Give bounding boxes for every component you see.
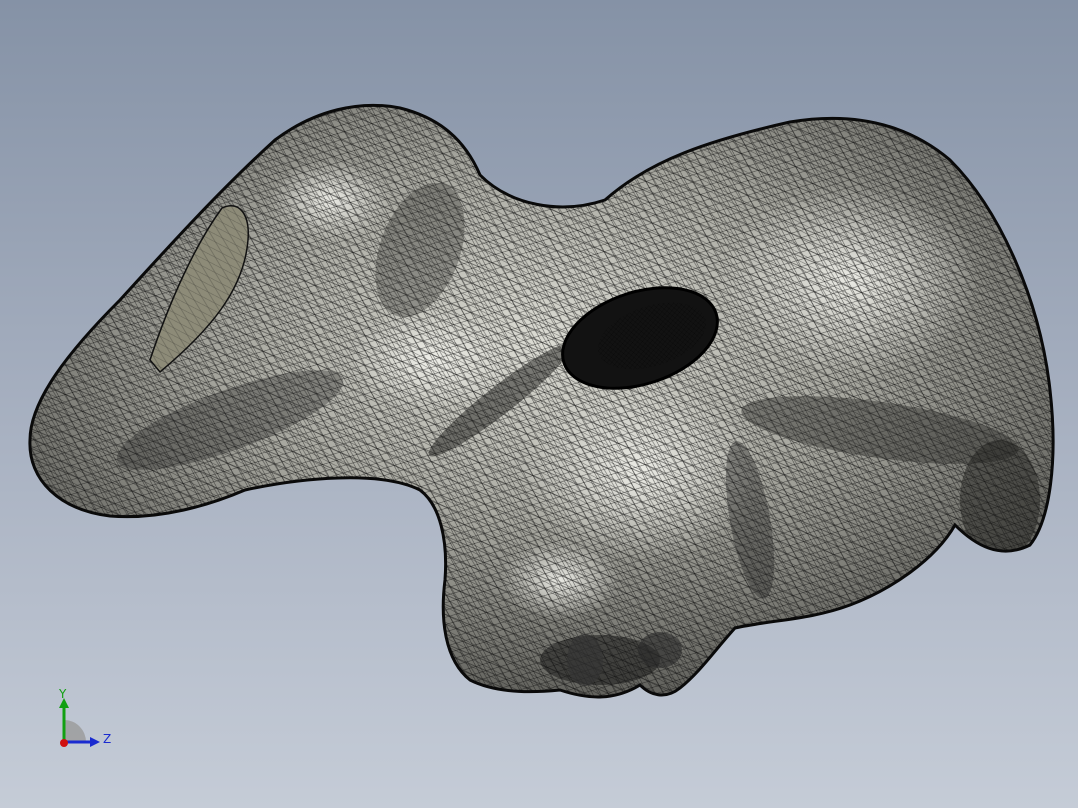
- z-axis-label: Z: [103, 732, 112, 746]
- mesh-body: [28, 103, 1055, 699]
- y-axis-label: Y: [59, 687, 67, 701]
- view-triad[interactable]: Y Z: [48, 684, 118, 754]
- mesh-model[interactable]: [0, 0, 1078, 808]
- graphics-viewport[interactable]: Y Z: [0, 0, 1078, 808]
